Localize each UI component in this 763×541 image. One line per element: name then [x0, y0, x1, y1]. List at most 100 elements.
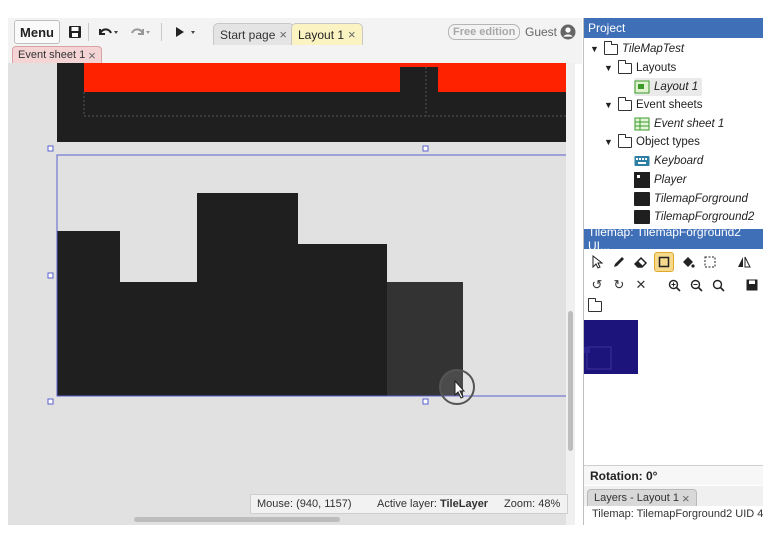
- tilemap-toolbar: ↺ ↻ ✕: [584, 249, 763, 309]
- rectangle-tool-icon[interactable]: [654, 252, 674, 272]
- folder-label: Event sheets: [636, 99, 703, 111]
- selection-handle[interactable]: [47, 398, 54, 405]
- redo-icon[interactable]: [126, 20, 154, 44]
- zoom-level: Zoom: 48%: [504, 498, 561, 510]
- rotate-ccw-icon[interactable]: ↺: [587, 275, 607, 295]
- tileset-preview[interactable]: [584, 320, 638, 374]
- folder-icon: [618, 96, 632, 111]
- tree-object-tilemap-forground[interactable]: TilemapForground: [634, 190, 748, 208]
- toolbar-divider: [161, 23, 162, 41]
- folder-label: Layouts: [636, 62, 677, 74]
- pencil-tool-icon[interactable]: [609, 252, 629, 272]
- project-root-label: TileMapTest: [622, 43, 685, 55]
- selected-object-info: Tilemap: TilemapForground2 UID 4: [592, 508, 763, 520]
- tab-event-sheet-1[interactable]: Event sheet 1 ×: [12, 46, 102, 63]
- close-icon[interactable]: ×: [348, 27, 356, 42]
- play-icon[interactable]: [168, 20, 202, 44]
- fill-tool-icon[interactable]: [678, 252, 698, 272]
- tile-red: [84, 63, 400, 92]
- player-sprite-icon: [634, 172, 650, 188]
- main-toolbar: Menu Start page × Layout 1 × Free editio…: [8, 18, 582, 46]
- tree-layouts-folder[interactable]: ▼ Layouts: [604, 59, 676, 77]
- layers-tab-bar: Layers - Layout 1 ×: [584, 486, 763, 506]
- folder-icon[interactable]: [588, 298, 602, 315]
- tile-red: [400, 63, 438, 67]
- expand-arrow-icon[interactable]: ▼: [604, 137, 614, 147]
- active-layer-name: TileLayer: [439, 498, 489, 510]
- zoom-in-icon[interactable]: [664, 275, 684, 295]
- folder-icon: [618, 59, 632, 74]
- tree-item-label: Layout 1: [654, 81, 699, 93]
- free-edition-badge[interactable]: Free edition: [448, 24, 521, 40]
- folder-label: Object types: [636, 136, 700, 148]
- editor-window: Menu Start page × Layout 1 × Free editio…: [0, 0, 763, 541]
- status-bar: Mouse: (940, 1157) Active layer: TileLay…: [250, 494, 568, 514]
- clear-icon[interactable]: ✕: [631, 275, 651, 295]
- tab-layout-1[interactable]: Layout 1 ×: [291, 23, 363, 45]
- vertical-scroll-thumb[interactable]: [568, 311, 573, 451]
- menu-button[interactable]: Menu: [14, 20, 60, 44]
- tile-red: [438, 63, 574, 92]
- folder-icon: [618, 133, 632, 148]
- tree-object-player[interactable]: Player: [634, 171, 687, 189]
- save-icon[interactable]: [742, 275, 762, 295]
- tree-event-sheet-1[interactable]: Event sheet 1: [634, 115, 724, 133]
- tab-label: Layers - Layout 1: [594, 492, 679, 504]
- tree-object-keyboard[interactable]: Keyboard: [634, 152, 703, 170]
- selection-handle[interactable]: [422, 398, 429, 405]
- keyboard-icon: [634, 156, 650, 166]
- tree-root[interactable]: ▼ TileMapTest: [590, 40, 684, 58]
- right-sidebar: Project ▼ TileMapTest ▼ Layouts Layout 1…: [583, 18, 763, 525]
- tree-item-label: Keyboard: [654, 155, 704, 167]
- horizontal-scroll-thumb[interactable]: [134, 517, 340, 522]
- expand-arrow-icon[interactable]: ▼: [590, 44, 600, 54]
- active-layer-prefix: Active layer:: [377, 498, 437, 510]
- active-layer-status: Active layer: TileLayer: [377, 498, 488, 510]
- eraser-tool-icon[interactable]: [631, 252, 651, 272]
- project-panel-title: Project: [584, 18, 763, 38]
- zoom-reset-icon[interactable]: [708, 275, 728, 295]
- rotate-cw-icon[interactable]: ↻: [609, 275, 629, 295]
- user-avatar-icon[interactable]: [560, 24, 576, 40]
- tab-layers[interactable]: Layers - Layout 1 ×: [587, 489, 697, 506]
- tree-object-tilemap-forground2[interactable]: TilemapForground2: [634, 208, 754, 224]
- close-icon[interactable]: ×: [279, 27, 287, 42]
- event-sheet-icon: [634, 117, 650, 131]
- select-area-icon[interactable]: [700, 252, 720, 272]
- pointer-tool-icon[interactable]: [587, 252, 607, 272]
- close-icon[interactable]: ×: [682, 491, 690, 506]
- tilemap-icon: [634, 210, 650, 224]
- expand-arrow-icon[interactable]: ▼: [604, 100, 614, 110]
- selection-handle[interactable]: [422, 145, 429, 152]
- zoom-out-icon[interactable]: [686, 275, 706, 295]
- subtab-bar: Event sheet 1 ×: [8, 46, 582, 64]
- tree-event-sheets-folder[interactable]: ▼ Event sheets: [604, 96, 702, 114]
- tab-label: Layout 1: [298, 27, 345, 42]
- tilemap-forground2[interactable]: [57, 193, 387, 396]
- tree-item-label: TilemapForground: [654, 193, 748, 205]
- tree-layout-1[interactable]: Layout 1: [634, 78, 703, 96]
- layout-icon: [634, 80, 650, 94]
- tree-item-label: Event sheet 1: [654, 118, 725, 130]
- layout-canvas[interactable]: [8, 63, 574, 525]
- save-icon[interactable]: [64, 20, 86, 44]
- toolbar-divider: [88, 23, 89, 41]
- horizontal-scrollbar[interactable]: [8, 514, 574, 525]
- close-icon[interactable]: ×: [88, 48, 96, 63]
- layout-view[interactable]: [8, 63, 574, 525]
- tree-item-label: Player: [654, 174, 687, 186]
- mirror-icon[interactable]: [734, 252, 754, 272]
- undo-icon[interactable]: [94, 20, 122, 44]
- tilemap-icon: [634, 192, 650, 206]
- vertical-scrollbar[interactable]: [566, 63, 575, 525]
- tree-object-types-folder[interactable]: ▼ Object types: [604, 133, 700, 151]
- folder-icon: [604, 40, 618, 55]
- selection-handle[interactable]: [47, 145, 54, 152]
- rotation-readout: Rotation: 0°: [584, 465, 763, 485]
- expand-arrow-icon[interactable]: ▼: [604, 63, 614, 73]
- tab-label: Start page: [220, 27, 276, 42]
- user-name[interactable]: Guest: [525, 25, 557, 39]
- selection-handle[interactable]: [47, 272, 54, 279]
- tab-start-page[interactable]: Start page ×: [213, 23, 294, 45]
- tab-label: Event sheet 1: [18, 49, 86, 61]
